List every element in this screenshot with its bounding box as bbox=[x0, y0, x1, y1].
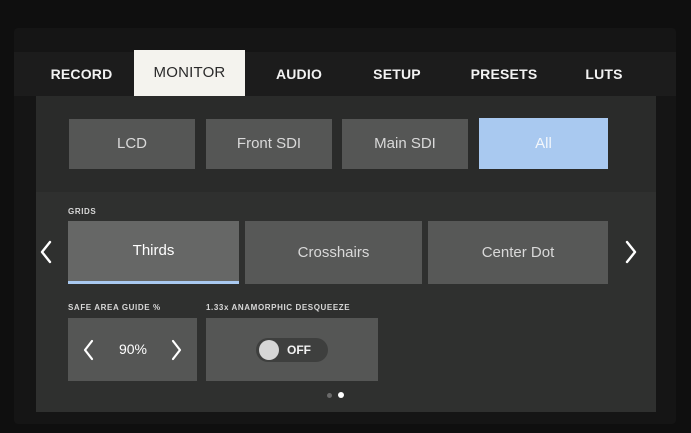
safe-area-control: 90% bbox=[68, 318, 197, 381]
grid-center-dot-button[interactable]: Center Dot bbox=[428, 221, 608, 284]
output-lcd-button[interactable]: LCD bbox=[69, 119, 195, 169]
chevron-right-icon bbox=[625, 240, 637, 264]
grid-thirds-button[interactable]: Thirds bbox=[68, 221, 239, 281]
tab-record[interactable]: RECORD bbox=[44, 52, 119, 96]
toggle-knob bbox=[259, 340, 279, 360]
safe-area-value: 90% bbox=[118, 341, 148, 357]
safe-area-increase-button[interactable] bbox=[167, 336, 187, 364]
tab-luts[interactable]: LUTS bbox=[579, 52, 629, 96]
tab-bar: RECORD MONITOR AUDIO SETUP PRESETS LUTS bbox=[14, 50, 676, 96]
grids-prev-arrow[interactable] bbox=[34, 236, 58, 268]
safe-area-decrease-button[interactable] bbox=[78, 336, 98, 364]
chevron-right-icon bbox=[171, 339, 182, 361]
page-dot-2[interactable] bbox=[338, 392, 344, 398]
tab-setup[interactable]: SETUP bbox=[364, 52, 430, 96]
grid-selected-indicator bbox=[68, 281, 239, 284]
tab-monitor[interactable]: MONITOR bbox=[134, 50, 245, 96]
output-all-button[interactable]: All bbox=[479, 118, 608, 169]
tab-audio[interactable]: AUDIO bbox=[264, 52, 334, 96]
tab-presets[interactable]: PRESETS bbox=[464, 52, 544, 96]
desqueeze-label: 1.33x ANAMORPHIC DESQUEEZE bbox=[206, 303, 351, 312]
chevron-left-icon bbox=[40, 240, 52, 264]
output-front-sdi-button[interactable]: Front SDI bbox=[206, 119, 332, 169]
desqueeze-toggle[interactable]: OFF bbox=[256, 338, 328, 362]
grids-label: GRIDS bbox=[68, 207, 97, 216]
grids-next-arrow[interactable] bbox=[619, 236, 643, 268]
chevron-left-icon bbox=[83, 339, 94, 361]
safe-area-label: SAFE AREA GUIDE % bbox=[68, 303, 161, 312]
output-main-sdi-button[interactable]: Main SDI bbox=[342, 119, 468, 169]
grid-crosshairs-button[interactable]: Crosshairs bbox=[245, 221, 422, 284]
toggle-state-label: OFF bbox=[287, 343, 311, 357]
desqueeze-control: OFF bbox=[206, 318, 378, 381]
page-dot-1[interactable] bbox=[327, 393, 332, 398]
